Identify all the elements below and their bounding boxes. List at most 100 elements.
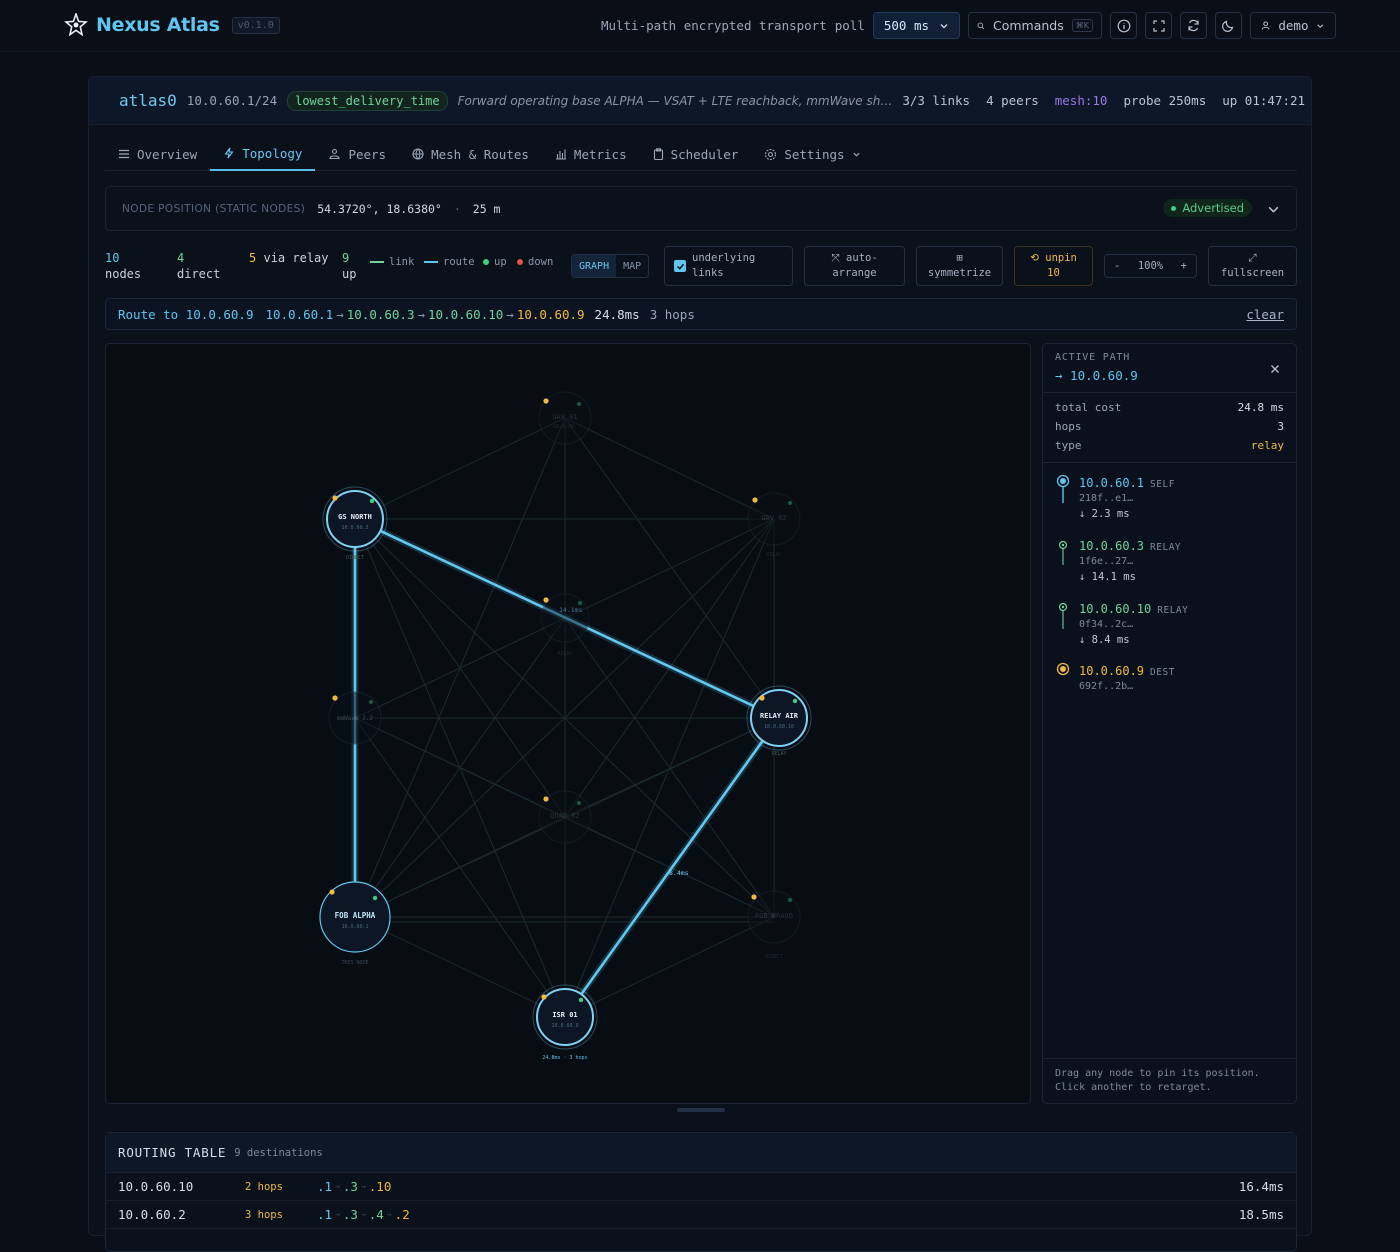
unpin-button[interactable]: ⟲ unpin 10 — [1014, 246, 1093, 286]
route-hop-count: 3 hops — [649, 306, 695, 322]
advertised-badge: Advertised — [1163, 199, 1252, 217]
active-path-summary: total cost 24.8 ms hops 3 type relay — [1043, 393, 1296, 463]
route-hops: 2 hops — [245, 1180, 283, 1193]
view-map-button[interactable]: MAP — [616, 255, 648, 277]
brand[interactable]: Nexus Atlas v0.1.0 — [64, 13, 280, 37]
hop-key: 692f..2b… — [1079, 681, 1134, 692]
legend-down-label: down — [528, 256, 554, 268]
gear-icon — [765, 148, 777, 160]
poll-select[interactable]: 500 ms — [872, 12, 960, 39]
routing-title: ROUTING TABLE — [118, 1145, 227, 1160]
tab-scheduler[interactable]: Scheduler — [640, 137, 752, 171]
expand-icon — [1152, 19, 1165, 32]
tab-metrics[interactable]: Metrics — [542, 137, 640, 171]
refresh-button[interactable] — [1180, 12, 1207, 39]
node-role: THIS NODE — [341, 960, 368, 966]
interface-panel: atlas0 10.0.60.1/24 lowest_delivery_time… — [88, 76, 1312, 1252]
node-name: FOB BRAVO — [755, 912, 793, 920]
chevron-down-icon — [940, 23, 948, 28]
search-icon — [977, 22, 985, 29]
separator: · — [453, 201, 461, 216]
route-to-text: Route to — [118, 306, 179, 322]
close-icon[interactable] — [1270, 364, 1280, 374]
view-graph-button[interactable]: GRAPH — [572, 255, 617, 277]
table-row[interactable]: 10.0.60.10 2 hops .1 → .3 → .10 16.4ms — [106, 1173, 1296, 1201]
interface-header[interactable]: atlas0 10.0.60.1/24 lowest_delivery_time… — [89, 77, 1311, 125]
active-path-header: ACTIVE PATH → 10.0.60.9 — [1043, 344, 1296, 393]
checkbox[interactable] — [674, 260, 686, 272]
hop-tag: SELF — [1150, 479, 1175, 490]
hop-item[interactable]: 10.0.60.3 RELAY 1f6e..27… ↓ 14.1 ms — [1079, 539, 1309, 583]
fullscreen-button[interactable]: ⤢ fullscreen — [1208, 246, 1297, 286]
node-altitude: 25 m — [472, 201, 501, 216]
auto-arrange-button[interactable]: ⤧ auto-arrange — [804, 246, 905, 286]
moon-icon — [1222, 20, 1234, 32]
node-ip: 10.0.60.10 — [764, 724, 794, 730]
hop-item[interactable]: 10.0.60.9 DEST 692f..2b… — [1079, 664, 1309, 692]
zoom-control: - 100% + — [1104, 254, 1197, 278]
hop-latency: ↓ 8.4 ms — [1079, 634, 1130, 646]
route-hop: 10.0.60.1 — [265, 306, 334, 322]
tab-label: Scheduler — [670, 146, 739, 162]
tab-topology[interactable]: Topology — [210, 137, 316, 171]
table-row[interactable]: 10.0.60.2 3 hops .1 → .3 → .4 → .2 18.5ms — [106, 1201, 1296, 1229]
route-hops: 10.0.60.1 → 10.0.60.3 → 10.0.60.10 → 10.0.6… — [265, 307, 584, 322]
user-menu[interactable]: demo — [1250, 12, 1336, 39]
tab-overview[interactable]: Overview — [105, 137, 210, 171]
hop-item[interactable]: 10.0.60.1 SELF 218f..e1… ↓ 2.3 ms — [1079, 476, 1309, 520]
relay-count: 5 via relay — [249, 250, 329, 266]
route-path: .1 → .3 → .4 → .2 — [317, 1207, 410, 1222]
underlying-links-toggle[interactable]: underlying links — [664, 246, 793, 286]
top-bar: Nexus Atlas v0.1.0 Multi-path encrypted … — [0, 0, 1400, 52]
chevron-down-icon[interactable] — [1267, 203, 1280, 216]
expand-button[interactable] — [1145, 12, 1172, 39]
tab-mesh-routes[interactable]: Mesh & Routes — [399, 137, 542, 171]
path-arrow: → — [335, 1182, 340, 1191]
tab-peers[interactable]: Peers — [315, 137, 399, 171]
route-dest: 10.0.60.10 — [118, 1179, 194, 1194]
unpin-label: ⟲ unpin — [1030, 252, 1077, 264]
bolt-icon — [224, 147, 234, 159]
summary-value: 3 — [1277, 420, 1284, 433]
graph-node-fobbravo[interactable]: FOB BRAVO DIRECT — [747, 890, 801, 960]
node-role: RELAY — [557, 651, 572, 657]
resize-handle[interactable] — [677, 1108, 725, 1112]
topology-graph[interactable]: 14.1ms 8.4ms UAV 0110.0.60. UAV 02RELAY … — [105, 343, 1031, 1104]
chevron-down-icon — [852, 152, 860, 157]
info-button[interactable] — [1110, 12, 1137, 39]
auto-arrange-label-1: ⤧ auto- — [831, 252, 878, 264]
tab-label: Overview — [137, 146, 198, 162]
zoom-out-button[interactable]: - — [1114, 259, 1120, 274]
route-arrow: → — [336, 306, 344, 322]
tab-bar: Overview Topology Peers Mesh & Routes Me… — [105, 137, 1297, 171]
theme-button[interactable] — [1215, 12, 1242, 39]
hop-latency: ↓ 2.3 ms — [1079, 508, 1130, 520]
route-dest: 10.0.60.2 — [118, 1207, 186, 1222]
probe-interval: probe 250ms — [1123, 93, 1207, 108]
route-hop: 10.0.60.3 — [346, 306, 415, 322]
clear-route-button[interactable]: clear — [1246, 307, 1284, 322]
mesh-count: mesh:10 — [1054, 93, 1108, 108]
hop-ip: 10.0.60.1 — [1079, 476, 1145, 490]
route-dest: 10.0.60.9 — [185, 306, 254, 322]
tab-settings[interactable]: Settings — [751, 137, 873, 171]
commands-button[interactable]: Commands ⌘K — [968, 12, 1102, 39]
route-hops: 3 hops — [245, 1208, 283, 1221]
peers-count: 4 peers — [986, 93, 1039, 108]
user-name: demo — [1278, 18, 1309, 33]
summary-value: relay — [1250, 439, 1284, 452]
zoom-in-button[interactable]: + — [1181, 259, 1187, 274]
underlying-label-2: links — [692, 267, 724, 279]
graph-canvas[interactable]: 14.1ms 8.4ms UAV 0110.0.60. UAV 02RELAY … — [106, 344, 1031, 1104]
commands-label: Commands — [992, 18, 1064, 33]
hop-key: 0f34..2c… — [1079, 619, 1134, 630]
symmetrize-button[interactable]: ⊞ symmetrize — [916, 246, 1003, 286]
hop-item[interactable]: 10.0.60.10 RELAY 0f34..2c… ↓ 8.4 ms — [1079, 602, 1309, 646]
path-hop: .1 — [317, 1207, 333, 1222]
node-ip: 10.0.60. — [553, 424, 577, 430]
node-status-dots — [329, 398, 798, 1003]
graph-node-fobalpha[interactable]: FOB ALPHA 10.0.60.1 THIS NODE — [319, 881, 391, 966]
view-toggle: GRAPH MAP — [571, 254, 650, 278]
legend-link-label: link — [389, 256, 415, 268]
down-swatch — [517, 259, 523, 265]
